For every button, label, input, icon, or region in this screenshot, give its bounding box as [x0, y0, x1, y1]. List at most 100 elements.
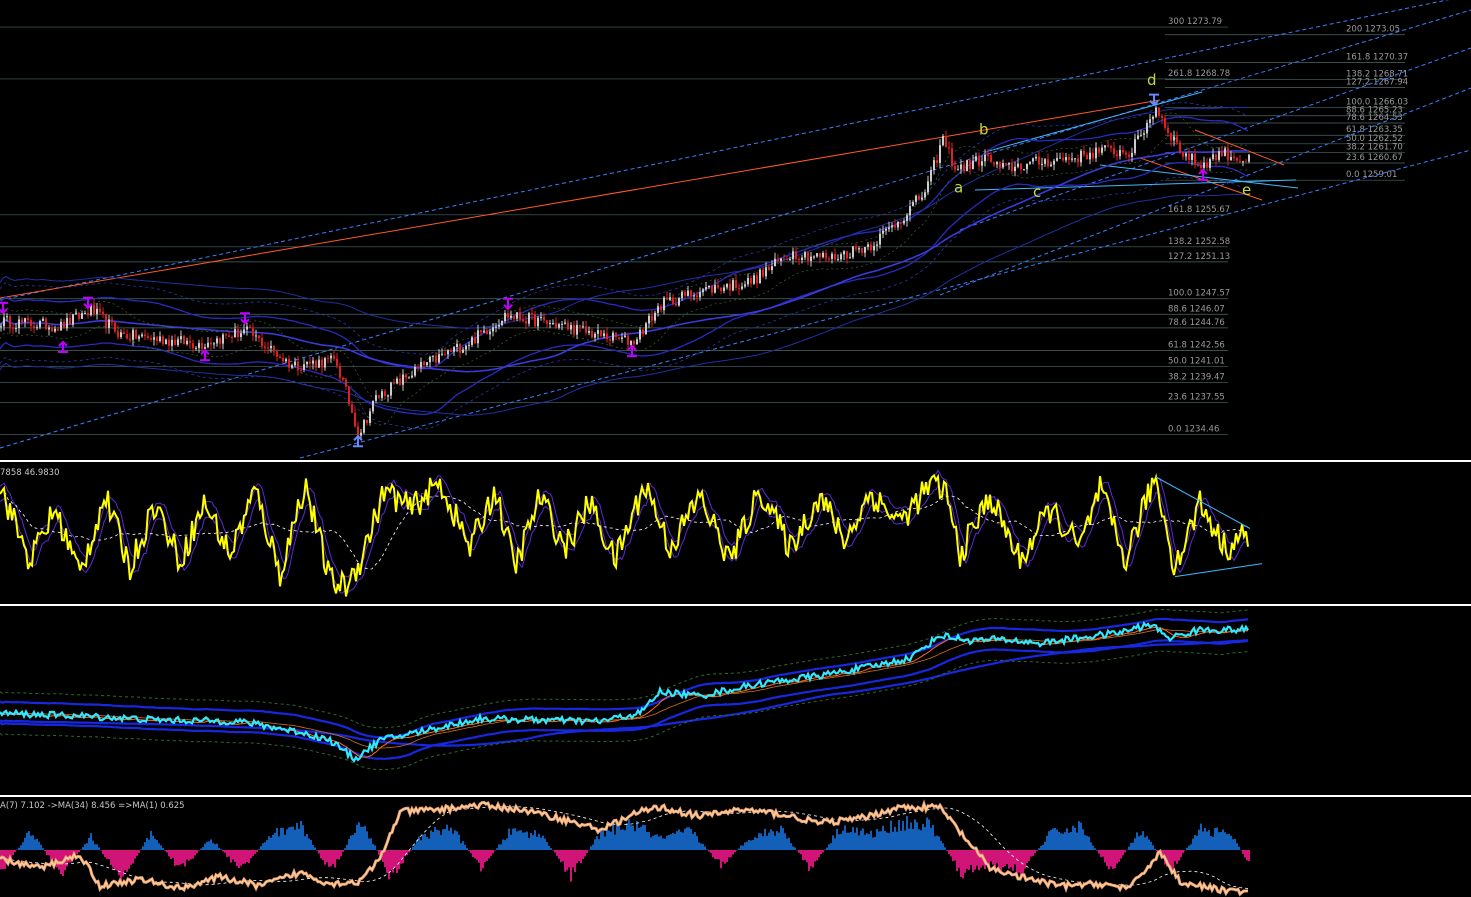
candle-body: [879, 233, 881, 245]
candle-body: [615, 332, 617, 338]
histogram-bar: [722, 850, 724, 862]
histogram-bar: [554, 850, 556, 853]
candle-body: [207, 342, 209, 348]
trading-chart: 300 1273.79 261.8 1268.78 161.8 1255.67 138…: [0, 0, 1471, 897]
histogram-bar: [878, 831, 880, 850]
histogram-bar: [334, 850, 336, 868]
histogram-bar: [28, 831, 30, 850]
candle-body: [564, 322, 566, 324]
candle-body: [783, 258, 785, 260]
histogram-bar: [338, 850, 340, 860]
candle-body: [420, 361, 422, 368]
candle-body: [156, 337, 158, 342]
candle-body: [123, 332, 125, 335]
candle-body: [258, 335, 260, 339]
candle-body: [246, 326, 248, 330]
histogram-bar: [1112, 850, 1114, 869]
histogram-bar: [1194, 835, 1196, 850]
histogram-bar: [846, 832, 848, 850]
candle-body: [168, 339, 170, 346]
histogram-bar: [556, 850, 558, 856]
histogram-bar: [138, 850, 140, 853]
histogram-bar: [518, 830, 520, 850]
histogram-bar: [426, 837, 428, 850]
candle-body: [381, 391, 383, 398]
histogram-bar: [1240, 850, 1242, 851]
candle-body: [0, 326, 2, 328]
histogram-bar: [480, 850, 482, 872]
candle-body: [516, 312, 518, 319]
histogram-bar: [704, 846, 706, 850]
candle-body: [468, 344, 470, 346]
histogram-bar: [402, 850, 404, 864]
histogram-bar: [56, 850, 58, 868]
histogram-bar: [590, 846, 592, 850]
histogram-bar: [286, 829, 288, 850]
candle-body: [708, 285, 710, 288]
candle-body: [1248, 154, 1250, 162]
candle-body: [639, 329, 641, 340]
fib-level-label: 88.6 1246.07: [1168, 304, 1225, 314]
candle-body: [1095, 147, 1097, 159]
candle-body: [396, 378, 398, 384]
histogram-bar: [374, 845, 376, 850]
histogram-bar: [696, 836, 698, 850]
candle-body: [93, 304, 95, 315]
candle-body: [483, 330, 485, 333]
histogram-bar: [764, 828, 766, 850]
histogram-bar: [318, 850, 320, 854]
histogram-bar: [710, 850, 712, 854]
histogram-bar: [388, 850, 390, 880]
candle-body: [624, 335, 626, 338]
histogram-bar: [146, 837, 148, 850]
candle-body: [1221, 151, 1223, 157]
histogram-bar: [958, 850, 960, 868]
histogram-bar: [906, 815, 908, 850]
histogram-bar: [544, 838, 546, 850]
histogram-bar: [676, 831, 678, 850]
candle-body: [429, 356, 431, 363]
candle-body: [1176, 136, 1178, 143]
histogram-bar: [1086, 835, 1088, 850]
histogram-bar: [40, 844, 42, 850]
histogram-bar: [296, 822, 298, 850]
histogram-bar: [468, 850, 470, 851]
histogram-bar: [848, 832, 850, 850]
fib-level-label: 100.0 1247.57: [1168, 289, 1230, 299]
histogram-bar: [456, 831, 458, 850]
candle-body: [1224, 148, 1226, 157]
candle-body: [15, 328, 17, 330]
histogram-bar: [966, 850, 968, 869]
candle-body: [216, 338, 218, 344]
candle-body: [408, 377, 410, 379]
histogram-bar: [248, 850, 250, 864]
histogram-bar: [1218, 832, 1220, 850]
histogram-bar: [770, 829, 772, 850]
candle-body: [231, 336, 233, 338]
candle-body: [1035, 156, 1037, 159]
histogram-bar: [144, 842, 146, 850]
histogram-bar: [376, 850, 378, 851]
candle-body: [489, 331, 491, 335]
histogram-bar: [230, 850, 232, 863]
fib-level-label: 0.0 1259.01: [1346, 170, 1397, 180]
candle-body: [210, 342, 212, 345]
histogram-bar: [616, 822, 618, 850]
candle-body: [837, 259, 839, 261]
candle-body: [45, 318, 47, 330]
candle-body: [18, 319, 20, 329]
histogram-bar: [406, 850, 408, 856]
candle-body: [372, 400, 374, 412]
histogram-bar: [106, 850, 108, 859]
candle-body: [1131, 153, 1133, 157]
histogram-bar: [244, 850, 246, 864]
histogram-bar: [1010, 850, 1012, 868]
histogram-bar: [830, 843, 832, 850]
histogram-bar: [570, 850, 572, 882]
histogram-bar: [1136, 832, 1138, 850]
histogram-bar: [436, 829, 438, 850]
candle-body: [78, 312, 80, 319]
candle-body: [906, 215, 908, 221]
histogram-bar: [1182, 850, 1184, 854]
histogram-bar: [530, 832, 532, 850]
